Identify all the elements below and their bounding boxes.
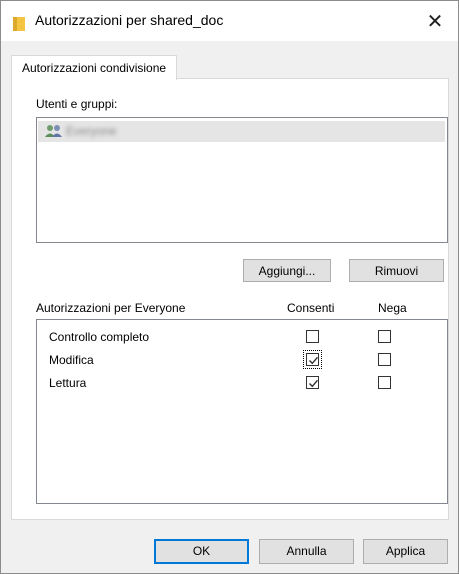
tab-panel: Utenti e gruppi: Everyone Aggiungi... Ri… [11,78,449,520]
user-name: Everyone [66,124,117,138]
users-list[interactable]: Everyone [36,117,448,243]
add-button[interactable]: Aggiungi... [243,259,331,282]
permission-full-control: Controllo completo [49,330,150,344]
deny-read-checkbox[interactable] [378,376,391,389]
deny-full-control-checkbox[interactable] [378,330,391,343]
permission-modify: Modifica [49,353,94,367]
permission-read: Lettura [49,376,87,390]
checkmark-icon [309,356,319,365]
folder-icon [13,17,25,31]
deny-modify-checkbox[interactable] [378,353,391,366]
cancel-button[interactable]: Annulla [259,539,354,564]
allow-column-header: Consenti [287,301,335,315]
allow-read-checkbox[interactable] [306,376,319,389]
deny-column-header: Nega [378,301,407,315]
ok-button[interactable]: OK [154,539,249,564]
remove-button[interactable]: Rimuovi [349,259,444,282]
permissions-list: Controllo completo Modifica Lettura [36,319,448,504]
users-icon [44,124,64,138]
permissions-header: Autorizzazioni per Everyone [36,301,186,315]
apply-button[interactable]: Applica [363,539,448,564]
tab-share-permissions[interactable]: Autorizzazioni condivisione [11,55,178,80]
permissions-dialog: Autorizzazioni per shared_doc ✕ Autorizz… [0,0,459,574]
close-button[interactable]: ✕ [412,1,458,41]
allow-full-control-checkbox[interactable] [306,330,319,343]
window-title: Autorizzazioni per shared_doc [35,12,224,28]
allow-modify-checkbox[interactable] [306,353,319,366]
close-icon: ✕ [426,10,444,33]
checkmark-icon [309,379,319,388]
list-item-everyone[interactable]: Everyone [38,121,445,142]
users-groups-label: Utenti e gruppi: [36,97,118,111]
title-bar[interactable]: Autorizzazioni per shared_doc ✕ [1,1,458,41]
